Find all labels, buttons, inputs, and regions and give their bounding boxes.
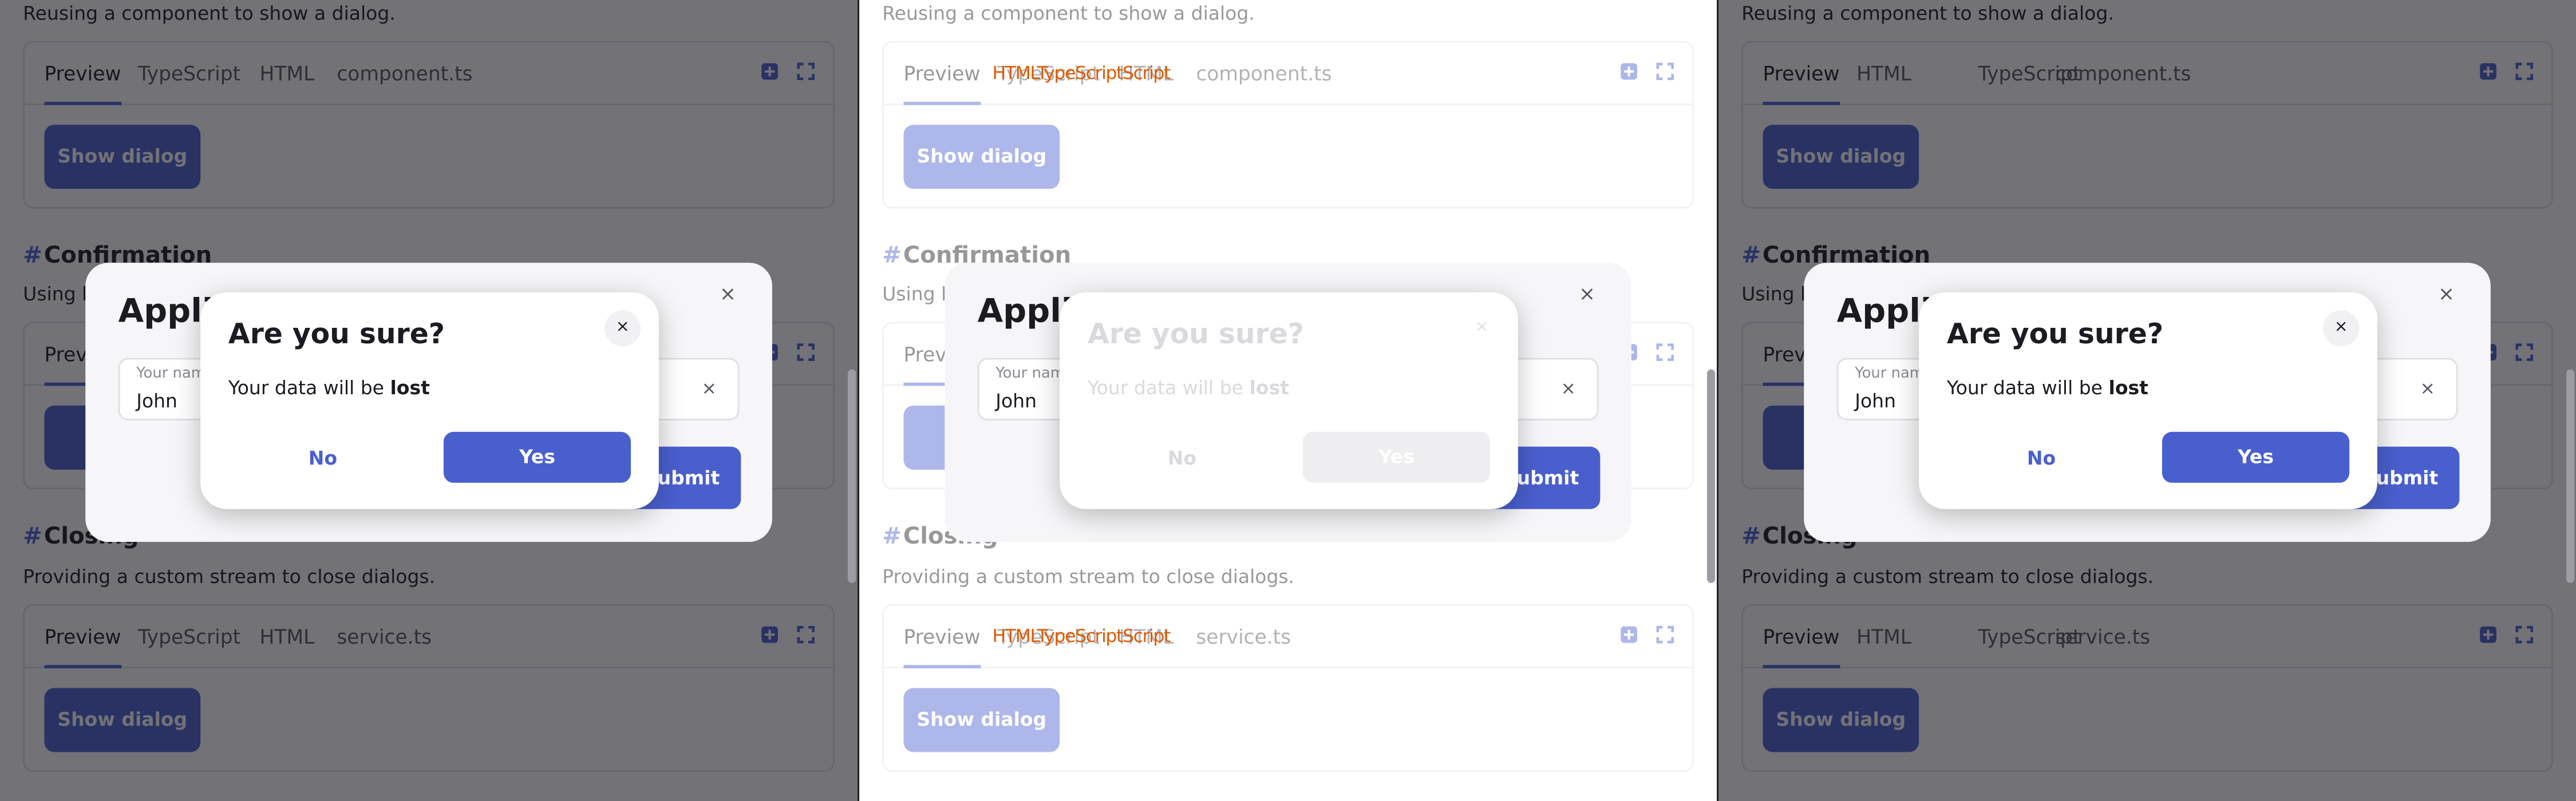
scrollbar[interactable]: [1706, 369, 1716, 583]
background-dialog-title: Appli: [118, 290, 214, 330]
no-button[interactable]: No: [228, 434, 417, 483]
panel-divider: [1717, 0, 1719, 801]
name-field-value[interactable]: John: [995, 389, 1037, 412]
close-icon[interactable]: ×: [605, 310, 641, 347]
dialog-title: Are you sure?: [1946, 318, 2164, 352]
confirmation-dialog: Are you sure? × Your data will be lost N…: [1060, 292, 1518, 509]
name-field-value[interactable]: John: [136, 389, 177, 412]
clear-icon[interactable]: ×: [701, 378, 716, 399]
close-icon[interactable]: ×: [1579, 283, 1595, 306]
close-icon[interactable]: ×: [2323, 310, 2360, 347]
no-button[interactable]: No: [1947, 434, 2136, 483]
name-field-label: Your nam: [995, 366, 1065, 383]
yes-button[interactable]: Yes: [1302, 431, 1491, 483]
yes-button[interactable]: Yes: [2162, 431, 2350, 483]
dialog-message: Your data will be lost: [228, 376, 430, 399]
background-dialog-title: Appli: [977, 290, 1073, 330]
yes-button[interactable]: Yes: [443, 431, 631, 483]
screenshot-stage: Reusing a component to show a dialog. Pr…: [0, 0, 2576, 801]
close-icon[interactable]: ×: [2438, 283, 2455, 306]
overlapping-tab-labels: HTMLTypeScriptScript: [992, 625, 1171, 647]
overlapping-tab-labels: HTMLTypeScriptScript: [992, 62, 1171, 84]
dialog-message: Your data will be lost: [1087, 376, 1289, 399]
dialog-message: Your data will be lost: [1946, 376, 2148, 399]
no-button[interactable]: No: [1088, 434, 1277, 483]
confirmation-dialog: Are you sure? × Your data will be lost N…: [1919, 292, 2377, 509]
panel-middle: Reusing a component to show a dialog. Pr…: [859, 0, 1717, 801]
panel-divider: [858, 0, 860, 801]
dialog-title: Are you sure?: [1087, 318, 1305, 352]
close-icon[interactable]: ×: [1464, 310, 1500, 347]
confirmation-dialog: Are you sure? × Your data will be lost N…: [200, 292, 659, 509]
background-dialog-title: Appli: [1836, 290, 1932, 330]
panel-left: Reusing a component to show a dialog. Pr…: [0, 0, 858, 801]
scrollbar[interactable]: [847, 369, 856, 583]
clear-icon[interactable]: ×: [1561, 378, 1576, 399]
clear-icon[interactable]: ×: [2420, 378, 2435, 399]
name-field-value[interactable]: John: [1855, 389, 1896, 412]
scrollbar[interactable]: [2566, 369, 2575, 583]
dialog-title: Are you sure?: [228, 318, 445, 352]
name-field-label: Your nam: [136, 366, 206, 383]
name-field-label: Your nam: [1855, 366, 1924, 383]
panel-right: Reusing a component to show a dialog. Pr…: [1718, 0, 2576, 801]
close-icon[interactable]: ×: [720, 283, 736, 306]
